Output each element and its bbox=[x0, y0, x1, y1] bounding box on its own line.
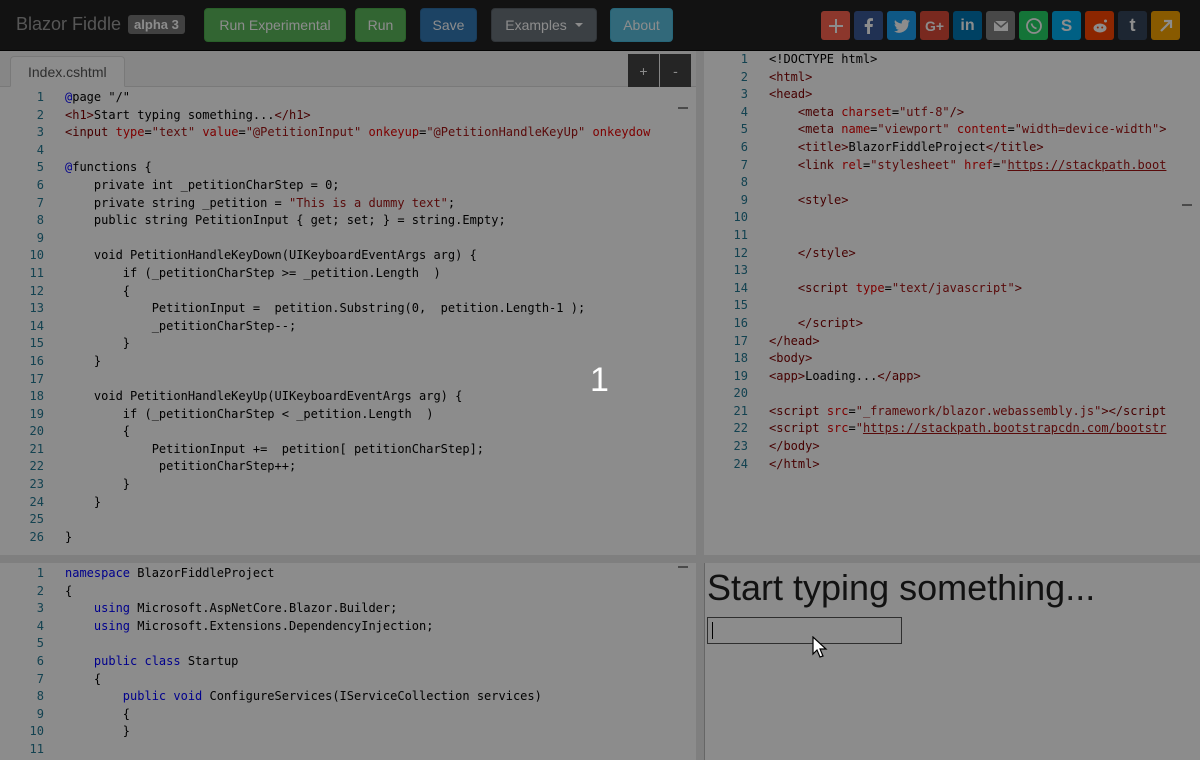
code-line: 2{ bbox=[36, 583, 73, 598]
navbar: Blazor Fiddle alpha 3 Run Experimental R… bbox=[0, 0, 1200, 51]
razor-editor[interactable]: Index.cshtml + - 1 @page "/" 2 <h1>Start t… bbox=[0, 51, 696, 555]
run-button[interactable]: Run bbox=[355, 8, 406, 42]
twitter-icon[interactable] bbox=[887, 11, 916, 40]
code-line: 17 </head> bbox=[733, 333, 820, 348]
output-preview: Start typing something... bbox=[704, 563, 1200, 760]
code-line: 14 <script type="text/javascript"> bbox=[733, 280, 1022, 295]
code-line: 13 PetitionInput = petition.Substring(0,… bbox=[29, 301, 586, 316]
code-line: 22 <script src="https://stackpath.bootstr… bbox=[733, 421, 1167, 436]
mouse-pointer-icon bbox=[812, 636, 828, 658]
save-button[interactable]: Save bbox=[420, 8, 477, 42]
code-line: 19 <app>Loading...</app> bbox=[733, 368, 921, 383]
examples-dropdown[interactable]: Examples bbox=[491, 8, 597, 42]
code-line: 15 bbox=[733, 298, 748, 313]
brand-title: Blazor Fiddle bbox=[16, 14, 122, 34]
code-line: 5 <meta name="viewport" content="width=d… bbox=[740, 122, 1167, 137]
remove-file-button[interactable]: - bbox=[660, 54, 691, 87]
code-line: 15 } bbox=[29, 336, 131, 351]
code-line: 2 <h1>Start typing something...</h1> bbox=[36, 107, 311, 122]
code-line: 12 { bbox=[29, 283, 131, 298]
linkedin-icon[interactable]: in bbox=[953, 11, 982, 40]
facebook-icon[interactable] bbox=[854, 11, 883, 40]
code-line: 21 PetitionInput += petition[ petitionCh… bbox=[29, 441, 485, 456]
code-line: 11 bbox=[733, 227, 748, 242]
caret-down-icon bbox=[574, 23, 583, 27]
code-line: 18 <body> bbox=[733, 351, 813, 366]
whatsapp-icon[interactable] bbox=[1019, 11, 1048, 40]
code-line: 8 bbox=[740, 175, 748, 190]
code-line: 6 public class Startup bbox=[36, 653, 239, 668]
razor-code[interactable]: 1 @page "/" 2 <h1>Start typing something..… bbox=[0, 89, 696, 546]
code-line: 23 </body> bbox=[733, 439, 820, 454]
code-line: 2 <html> bbox=[740, 69, 813, 84]
code-line: 22 petitionCharStep++; bbox=[29, 459, 297, 474]
code-line: 13 bbox=[733, 263, 748, 278]
about-button[interactable]: About bbox=[610, 8, 673, 42]
code-line: 7 <link rel="stylesheet" href="https://s… bbox=[740, 157, 1167, 172]
code-line: 9 bbox=[36, 230, 44, 245]
share-arrow-icon[interactable] bbox=[1151, 11, 1180, 40]
email-icon[interactable] bbox=[986, 11, 1015, 40]
addthis-icon[interactable] bbox=[821, 11, 850, 40]
code-line: 7 { bbox=[36, 671, 102, 686]
code-line: 20 { bbox=[29, 424, 131, 439]
csharp-editor[interactable]: 1 namespace BlazorFiddleProject 2{ 3 usin… bbox=[0, 563, 696, 760]
code-line: 11 bbox=[29, 741, 44, 756]
code-line: 10 bbox=[733, 210, 748, 225]
code-line: 19 if (_petitionCharStep < _petition.Len… bbox=[29, 406, 434, 421]
code-line: 23 } bbox=[29, 477, 131, 492]
code-line: 24 </html> bbox=[733, 456, 820, 471]
version-badge: alpha 3 bbox=[128, 15, 185, 34]
code-line: 4 bbox=[36, 142, 44, 157]
code-line: 3 <head> bbox=[740, 87, 813, 102]
code-line: 16 </script> bbox=[733, 315, 863, 330]
code-line: 24 } bbox=[29, 494, 102, 509]
text-caret bbox=[712, 622, 713, 639]
code-line: 8 public void ConfigureServices(IService… bbox=[36, 689, 542, 704]
code-line: 26} bbox=[29, 529, 73, 544]
code-line: 1 namespace BlazorFiddleProject bbox=[36, 566, 275, 580]
code-line: 10 void PetitionHandleKeyDown(UIKeyboard… bbox=[29, 248, 477, 263]
code-line: 12 </style> bbox=[733, 245, 856, 260]
code-line: 6 private int _petitionCharStep = 0; bbox=[36, 177, 340, 192]
code-line: 8 public string PetitionInput { get; set… bbox=[36, 213, 506, 228]
vertical-splitter[interactable] bbox=[696, 51, 704, 760]
reddit-icon[interactable] bbox=[1085, 11, 1114, 40]
code-line: 9 { bbox=[36, 706, 131, 721]
code-line: 4 <meta charset="utf-8"/> bbox=[740, 104, 965, 119]
code-line: 21 <script src="_framework/blazor.webasse… bbox=[733, 403, 1167, 418]
run-experimental-button[interactable]: Run Experimental bbox=[204, 8, 346, 42]
horizontal-splitter[interactable] bbox=[0, 555, 1200, 563]
code-line: 7 private string _petition = "This is a … bbox=[36, 195, 456, 210]
code-line: 25 bbox=[29, 512, 44, 527]
code-line: 5 bbox=[36, 636, 44, 651]
code-line: 10 } bbox=[29, 724, 131, 739]
skype-icon[interactable]: S bbox=[1052, 11, 1081, 40]
code-line: 3 <input type="text" value="@PetitionInpu… bbox=[36, 125, 651, 140]
csharp-code[interactable]: 1 namespace BlazorFiddleProject 2{ 3 usin… bbox=[0, 565, 696, 759]
tab-index-cshtml[interactable]: Index.cshtml bbox=[10, 56, 125, 87]
brand[interactable]: Blazor Fiddle alpha 3 bbox=[16, 14, 185, 35]
code-line: 6 <title>BlazorFiddleProject</title> bbox=[740, 139, 1044, 154]
editor-tabbar: Index.cshtml + - bbox=[0, 51, 696, 87]
code-line: 5 @functions { bbox=[36, 160, 152, 175]
code-line: 1 <!DOCTYPE html> bbox=[740, 52, 878, 66]
code-line: 11 if (_petitionCharStep >= _petition.Le… bbox=[29, 265, 441, 280]
tumblr-icon[interactable]: t bbox=[1118, 11, 1147, 40]
code-line: 3 using Microsoft.AspNetCore.Blazor.Buil… bbox=[36, 601, 398, 616]
add-file-button[interactable]: + bbox=[628, 54, 659, 87]
google-plus-icon[interactable]: G+ bbox=[920, 11, 949, 40]
output-heading: Start typing something... bbox=[707, 567, 1096, 608]
html-code[interactable]: 1 <!DOCTYPE html> 2 <html> 3 <head> 4 <meta… bbox=[704, 51, 1200, 473]
code-line: 1 @page "/" bbox=[36, 90, 131, 104]
code-line: 4 using Microsoft.Extensions.DependencyI… bbox=[36, 618, 434, 633]
code-line: 14 _petitionCharStep--; bbox=[29, 318, 297, 333]
code-line: 9 <style> bbox=[740, 192, 849, 207]
html-editor[interactable]: 1 <!DOCTYPE html> 2 <html> 3 <head> 4 <meta… bbox=[704, 51, 1200, 555]
examples-label: Examples bbox=[505, 17, 567, 33]
step-number: 1 bbox=[590, 361, 609, 399]
output-text-input[interactable] bbox=[707, 617, 902, 644]
code-line: 20 bbox=[733, 386, 748, 401]
